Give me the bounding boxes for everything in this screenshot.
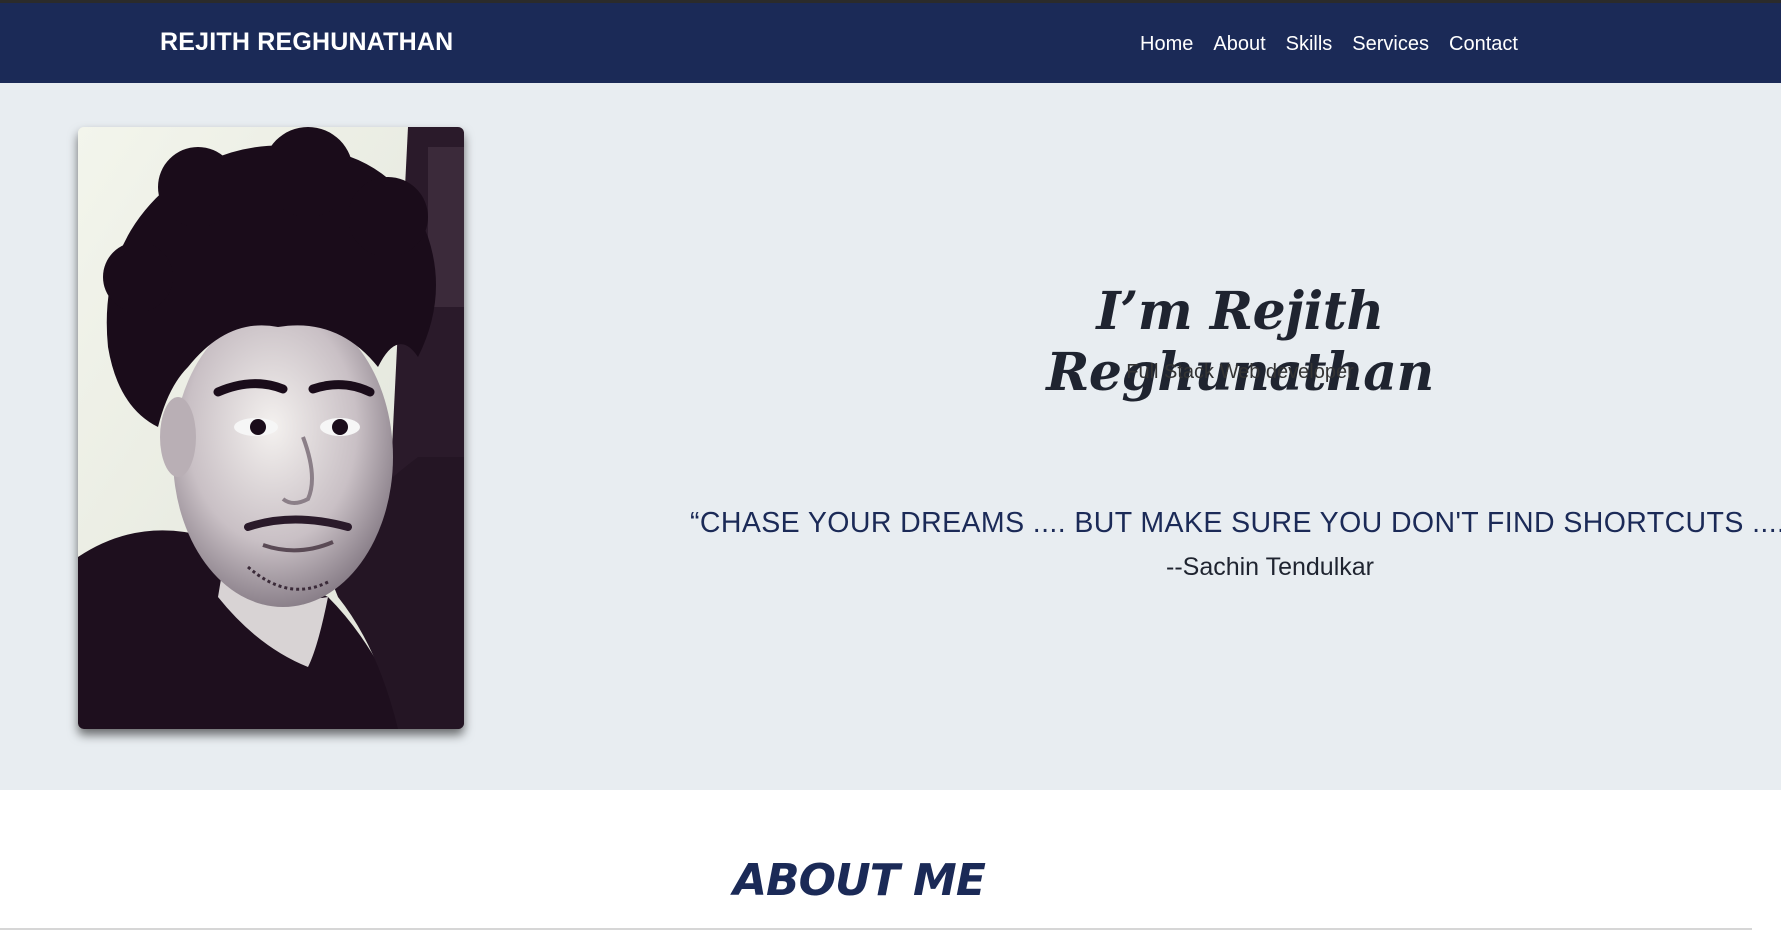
quote-author: --Sachin Tendulkar [1166,553,1374,581]
nav-link-services[interactable]: Services [1352,33,1429,56]
about-section: ABOUT ME [0,790,1781,930]
about-heading: ABOUT ME [733,855,986,906]
nav-link-skills[interactable]: Skills [1286,33,1333,56]
hero-section: I’m Rejith Reghunathan Full Stack Web de… [0,83,1781,790]
nav-link-contact[interactable]: Contact [1449,33,1518,56]
hero-quote: “CHASE YOUR DREAMS .... BUT MAKE SURE YO… [690,507,1781,539]
brand-logo-text[interactable]: REJITH REGHUNATHAN [160,28,453,57]
nav-link-home[interactable]: Home [1140,33,1193,56]
hero-name-heading: I’m Rejith Reghunathan [1046,281,1434,403]
nav-link-about[interactable]: About [1213,33,1265,56]
profile-photo [78,127,464,729]
hero-role-text: Full Stack Web developer [1126,361,1354,383]
navbar: REJITH REGHUNATHAN Home About Skills Ser… [0,3,1781,83]
nav-links: Home About Skills Services Contact [1140,33,1518,56]
